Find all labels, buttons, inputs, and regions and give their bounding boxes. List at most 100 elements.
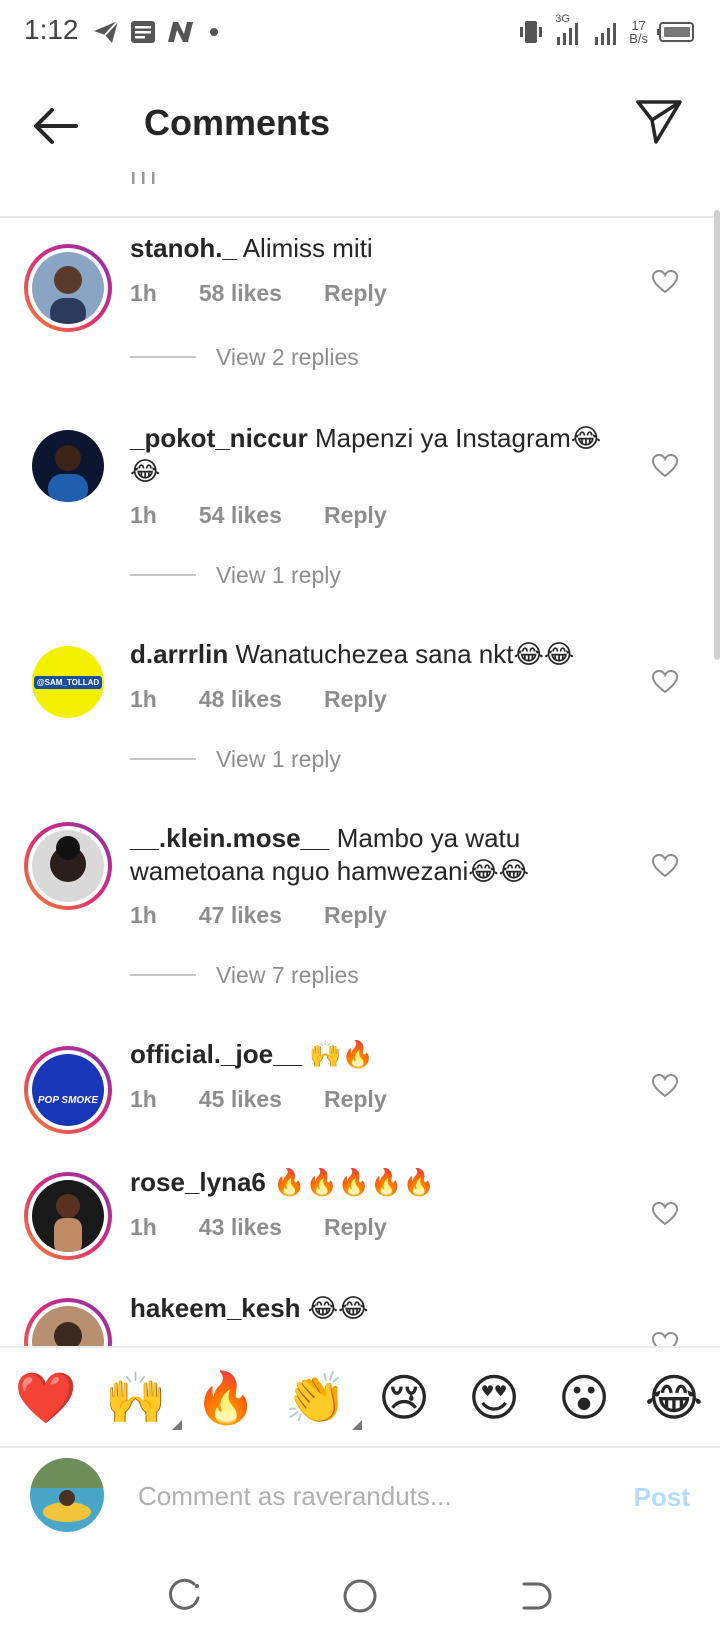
- avatar[interactable]: [24, 244, 112, 332]
- emoji-heart-eyes-button[interactable]: 😍: [462, 1368, 526, 1428]
- reply-button[interactable]: Reply: [324, 902, 387, 929]
- comment-time: 1h: [130, 686, 157, 712]
- system-nav-bar: [0, 1556, 720, 1640]
- signal-icon: [595, 23, 617, 45]
- post-button[interactable]: Post: [634, 1482, 690, 1513]
- home-button[interactable]: [340, 1576, 380, 1616]
- share-button[interactable]: [634, 96, 684, 146]
- heart-icon[interactable]: [652, 1074, 678, 1098]
- avatar[interactable]: [24, 1172, 112, 1260]
- reply-button[interactable]: Reply: [324, 1214, 387, 1241]
- comment-compose: Post: [0, 1446, 720, 1556]
- comment-likes[interactable]: 48 likes: [199, 686, 282, 713]
- battery-icon: [657, 22, 694, 42]
- comment-text: 😂😂: [307, 1293, 369, 1323]
- comment-username[interactable]: d.arrrlin: [130, 639, 228, 669]
- comment-text: Alimiss miti: [242, 233, 373, 263]
- emoji-raised-hands-button[interactable]: 🙌: [104, 1368, 182, 1430]
- comment-likes[interactable]: 54 likes: [199, 502, 282, 529]
- emoji-clap-button[interactable]: 👏: [284, 1368, 362, 1430]
- view-replies-label: View 7 replies: [216, 961, 359, 988]
- comment-time: 1h: [130, 280, 157, 306]
- emoji-crying-button[interactable]: 😢: [372, 1368, 436, 1428]
- view-replies-button[interactable]: View 2 replies: [130, 342, 359, 372]
- view-replies-button[interactable]: View 7 replies: [130, 960, 359, 990]
- replies-line: [130, 758, 196, 760]
- heart-icon[interactable]: [652, 1202, 678, 1226]
- avatar[interactable]: [24, 422, 112, 510]
- comment-time: 1h: [130, 1086, 157, 1112]
- avatar[interactable]: POP SMOKE: [24, 1046, 112, 1134]
- heart-icon[interactable]: [652, 270, 678, 294]
- heart-icon[interactable]: [652, 854, 678, 878]
- emoji-heart-button[interactable]: ❤️: [14, 1368, 78, 1428]
- n-app-icon: [168, 22, 193, 42]
- avatar-label: @SAM_TOLLAD: [33, 675, 103, 689]
- comment-text: 🔥🔥🔥🔥🔥: [273, 1167, 435, 1197]
- comment-username[interactable]: rose_lyna6: [130, 1167, 266, 1197]
- net-speed: 17 B/s: [629, 19, 648, 45]
- comment-username[interactable]: hakeem_kesh: [130, 1293, 301, 1323]
- comment-username[interactable]: official._joe__: [130, 1039, 302, 1069]
- reply-button[interactable]: Reply: [324, 280, 387, 307]
- view-replies-button[interactable]: View 1 reply: [130, 560, 341, 590]
- my-avatar: [30, 1458, 104, 1532]
- emoji-quick-bar: ❤️ 🙌 🔥 👏 😢 😍 😮 😂: [0, 1346, 720, 1448]
- news-icon: [131, 21, 155, 43]
- comment-likes[interactable]: 47 likes: [199, 902, 282, 929]
- arrow-left-icon: [34, 108, 78, 144]
- emoji-laughing-button[interactable]: 😂: [642, 1368, 706, 1428]
- home-circle-icon: [343, 1579, 377, 1613]
- back-nav-icon: [522, 1582, 552, 1610]
- comment-text: Wanatuchezea sana nkt😂😂: [235, 639, 575, 669]
- comment-likes[interactable]: 58 likes: [199, 280, 282, 307]
- comment-input[interactable]: [136, 1470, 610, 1522]
- skin-tone-indicator-icon: [172, 1420, 182, 1430]
- comment-likes[interactable]: 43 likes: [199, 1214, 282, 1241]
- skin-tone-indicator-icon: [352, 1420, 362, 1430]
- recent-apps-button[interactable]: [164, 1576, 204, 1616]
- comment-time: 1h: [130, 1214, 157, 1240]
- avatar[interactable]: [24, 1298, 112, 1348]
- back-button[interactable]: [28, 100, 84, 152]
- heart-icon[interactable]: [652, 670, 678, 694]
- emoji-clap: 👏: [284, 1370, 348, 1426]
- heart-icon[interactable]: [652, 454, 678, 478]
- avatar[interactable]: @SAM_TOLLAD: [24, 638, 112, 726]
- vibrate-icon: [520, 21, 543, 43]
- reply-button[interactable]: Reply: [324, 502, 387, 529]
- view-replies-label: View 1 reply: [216, 745, 341, 772]
- comment-likes[interactable]: 45 likes: [199, 1086, 282, 1113]
- view-replies-label: View 1 reply: [216, 561, 341, 588]
- replies-line: [130, 974, 196, 976]
- status-bar: 1:12 3G 17 B/s: [0, 0, 720, 66]
- paper-plane-icon: [636, 100, 682, 144]
- system-status-icons: 3G 17 B/s: [517, 13, 696, 50]
- net-speed-unit: B/s: [629, 31, 648, 46]
- clipped-previous-text: [130, 172, 160, 186]
- page-title: Comments: [144, 102, 331, 143]
- app-bar: Comments: [0, 66, 720, 176]
- notification-icons: [92, 16, 222, 48]
- dot-icon: [210, 28, 218, 36]
- emoji-surprised-button[interactable]: 😮: [552, 1368, 616, 1428]
- signal-3g-icon: 3G: [553, 13, 583, 47]
- comment-username[interactable]: __.klein.mose__: [130, 823, 329, 853]
- reply-button[interactable]: Reply: [324, 1086, 387, 1113]
- view-replies-label: View 2 replies: [216, 343, 359, 370]
- replies-line: [130, 356, 196, 358]
- comment-username[interactable]: stanoh._: [130, 233, 237, 263]
- comment-time: 1h: [130, 902, 157, 928]
- view-replies-button[interactable]: View 1 reply: [130, 744, 341, 774]
- telegram-icon: [94, 20, 119, 43]
- avatar-label: POP SMOKE: [37, 1095, 99, 1106]
- scrollbar[interactable]: [714, 210, 720, 660]
- emoji-raised-hands: 🙌: [104, 1370, 168, 1426]
- comment-text: 🙌🔥: [309, 1039, 374, 1069]
- comment-username[interactable]: _pokot_niccur: [130, 423, 308, 453]
- avatar[interactable]: [24, 822, 112, 910]
- back-nav-button[interactable]: [516, 1576, 556, 1616]
- reply-button[interactable]: Reply: [324, 686, 387, 713]
- emoji-fire-button[interactable]: 🔥: [194, 1368, 258, 1428]
- replies-line: [130, 574, 196, 576]
